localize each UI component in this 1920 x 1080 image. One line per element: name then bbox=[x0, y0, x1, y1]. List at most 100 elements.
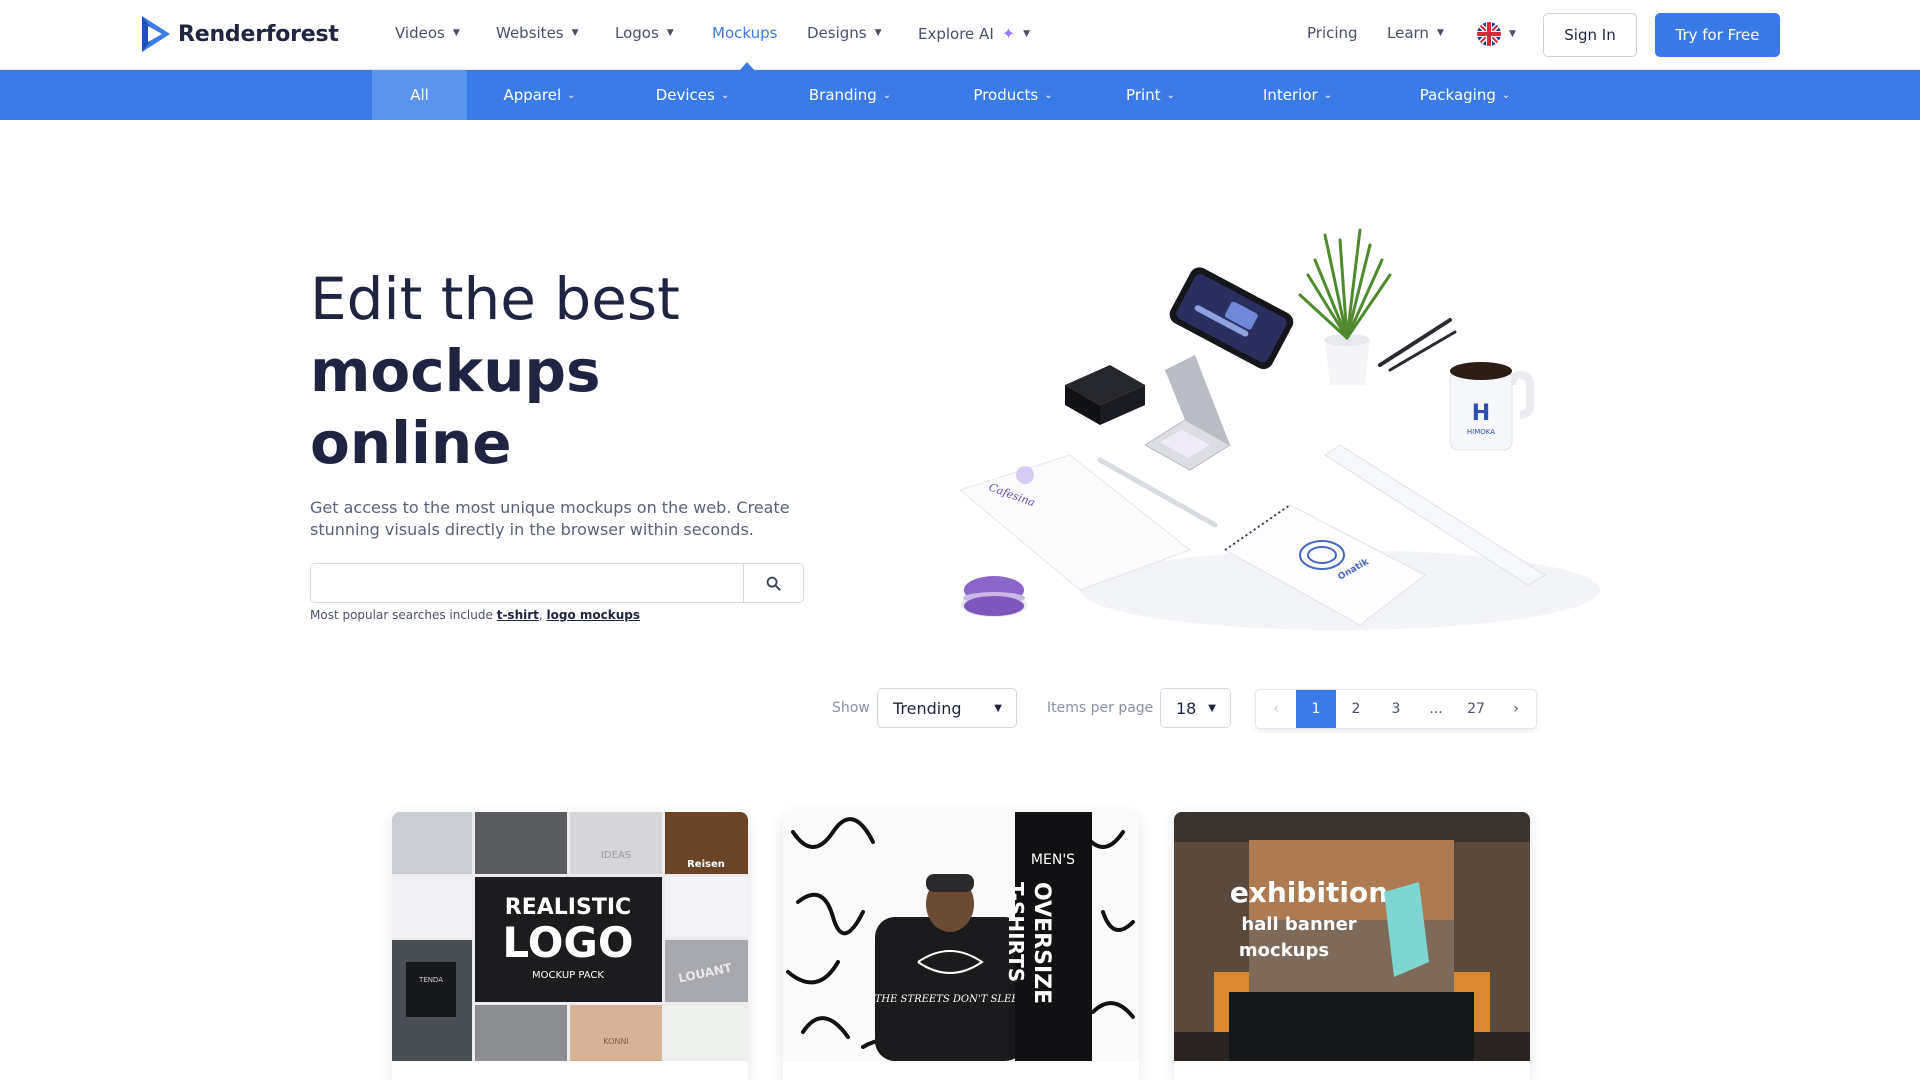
tile-tenda: TENDA bbox=[418, 976, 443, 984]
chevron-down-icon: ⌄ bbox=[567, 89, 576, 101]
caret-down-icon: ▼ bbox=[1023, 28, 1031, 39]
card-thumbnail-logo-pack: IDEAS Reisen TENDA REALISTIC LOGO MOCKUP… bbox=[392, 812, 748, 1061]
hero-mockup-illustration: Cafesina H HIMOKA Onatik bbox=[958, 228, 1600, 630]
category-packaging-label: Packaging bbox=[1419, 86, 1496, 104]
carousel-dot-active[interactable] bbox=[646, 1061, 664, 1068]
nav-logos[interactable]: Logos ▼ bbox=[615, 24, 674, 42]
card-thumbnail-exhibition-banner: exhibition hall banner mockups bbox=[1174, 812, 1530, 1061]
card-2-label-tshirts: T-SHIRTS bbox=[1004, 882, 1028, 982]
search-icon bbox=[766, 576, 781, 591]
page-1-button[interactable]: 1 bbox=[1296, 690, 1336, 728]
search-button[interactable] bbox=[743, 564, 803, 602]
category-packaging[interactable]: Packaging ⌄ bbox=[1405, 70, 1525, 120]
card-1-title-line-1: REALISTIC bbox=[505, 895, 631, 920]
category-print-label: Print bbox=[1126, 86, 1161, 104]
tile-konni: KONNI bbox=[603, 1037, 628, 1046]
chevron-down-icon: ⌄ bbox=[1044, 89, 1053, 101]
caret-down-icon: ▼ bbox=[571, 28, 579, 38]
category-devices[interactable]: Devices ⌄ bbox=[640, 70, 745, 120]
prev-page-button[interactable]: ‹ bbox=[1256, 690, 1296, 728]
sign-in-button[interactable]: Sign In bbox=[1543, 13, 1637, 57]
card-1-title-line-2: LOGO bbox=[502, 918, 633, 967]
language-selector[interactable]: ▼ bbox=[1477, 22, 1516, 46]
nav-designs-label: Designs bbox=[807, 24, 867, 42]
nav-pricing-label: Pricing bbox=[1307, 24, 1358, 42]
carousel-dot[interactable] bbox=[669, 1061, 676, 1068]
sort-select[interactable]: Trending ▼ bbox=[877, 688, 1017, 728]
nav-websites-label: Websites bbox=[496, 24, 564, 42]
chevron-down-icon: ⌄ bbox=[882, 89, 892, 101]
category-all-label: All bbox=[410, 86, 429, 104]
category-branding[interactable]: Branding ⌄ bbox=[795, 70, 905, 120]
category-apparel[interactable]: Apparel ⌄ bbox=[487, 70, 592, 120]
chevron-left-icon: ‹ bbox=[1273, 701, 1279, 717]
items-per-page-select[interactable]: 18 ▼ bbox=[1160, 688, 1231, 728]
mockup-card-oversize-tshirts[interactable]: THE STREETS DON'T SLEEP MEN'S OVERSIZE T… bbox=[783, 812, 1139, 1080]
chevron-down-icon: ⌄ bbox=[720, 89, 730, 101]
nav-explore-ai[interactable]: Explore AI ✦ ▼ bbox=[918, 24, 1030, 43]
category-apparel-label: Apparel bbox=[503, 86, 562, 104]
caret-down-icon: ▼ bbox=[452, 28, 460, 38]
caret-down-icon: ▼ bbox=[994, 702, 1002, 714]
chevron-down-icon: ⌄ bbox=[1501, 89, 1511, 101]
card-1-title-line-3: MOCKUP PACK bbox=[532, 970, 604, 981]
carousel-dots bbox=[646, 1061, 724, 1068]
brand-logo[interactable]: Renderforest bbox=[140, 13, 339, 55]
nav-mockups-label: Mockups bbox=[712, 24, 778, 42]
items-per-page-label: Items per page bbox=[1047, 700, 1154, 716]
popular-link-logo-mockups[interactable]: logo mockups bbox=[547, 608, 641, 622]
carousel-dot[interactable] bbox=[705, 1061, 712, 1068]
tile-reisen: Reisen bbox=[687, 859, 725, 870]
popular-searches: Most popular searches include t-shirt, l… bbox=[310, 608, 641, 622]
mockup-card-logo-pack[interactable]: IDEAS Reisen TENDA REALISTIC LOGO MOCKUP… bbox=[392, 812, 748, 1080]
caret-down-icon: ▼ bbox=[1436, 28, 1444, 38]
nav-learn[interactable]: Learn ▼ bbox=[1387, 24, 1444, 42]
card-2-label-mens: MEN'S bbox=[1031, 852, 1075, 868]
card-3-title-line-1: exhibition bbox=[1230, 876, 1388, 909]
carousel-dot[interactable] bbox=[681, 1061, 688, 1068]
next-page-button[interactable]: › bbox=[1496, 690, 1536, 728]
carousel-dot[interactable] bbox=[1475, 1061, 1482, 1068]
items-per-page-value: 18 bbox=[1176, 698, 1197, 718]
nav-pricing[interactable]: Pricing bbox=[1307, 24, 1358, 42]
hero-title-line-2: mockups bbox=[310, 337, 601, 405]
category-products[interactable]: Products ⌄ bbox=[958, 70, 1068, 120]
category-interior-label: Interior bbox=[1262, 86, 1318, 104]
chevron-right-icon: › bbox=[1513, 701, 1519, 717]
carousel-dot[interactable] bbox=[1499, 1061, 1506, 1068]
category-devices-label: Devices bbox=[655, 86, 715, 104]
carousel-dot[interactable] bbox=[1487, 1061, 1494, 1068]
search-input[interactable] bbox=[311, 564, 743, 602]
hero-description: Get access to the most unique mockups on… bbox=[310, 498, 790, 539]
sort-select-value: Trending bbox=[893, 698, 962, 718]
hero-title: Edit the best mockups online bbox=[310, 263, 680, 479]
page-27-button[interactable]: 27 bbox=[1456, 690, 1496, 728]
card-3-title-line-3: mockups bbox=[1239, 940, 1329, 961]
category-print[interactable]: Print ⌄ bbox=[1113, 70, 1188, 120]
category-bar: All Apparel ⌄ Devices ⌄ Branding ⌄ Products… bbox=[0, 70, 1920, 120]
hero-title-line-3: online bbox=[310, 409, 512, 477]
carousel-dot-active[interactable] bbox=[1452, 1061, 1470, 1068]
try-for-free-button[interactable]: Try for Free bbox=[1655, 13, 1780, 57]
show-label: Show bbox=[832, 700, 870, 716]
nav-mockups[interactable]: Mockups bbox=[712, 24, 777, 42]
carousel-dots bbox=[1452, 1061, 1506, 1068]
tile-ideas: IDEAS bbox=[601, 850, 631, 861]
carousel-dot[interactable] bbox=[717, 1061, 724, 1068]
nav-videos[interactable]: Videos ▼ bbox=[395, 24, 460, 42]
popular-link-tshirt[interactable]: t-shirt bbox=[497, 608, 539, 622]
category-products-label: Products bbox=[973, 86, 1039, 104]
page-2-button[interactable]: 2 bbox=[1336, 690, 1376, 728]
carousel-dot[interactable] bbox=[693, 1061, 700, 1068]
category-interior[interactable]: Interior ⌄ bbox=[1250, 70, 1345, 120]
nav-websites[interactable]: Websites ▼ bbox=[496, 24, 579, 42]
nav-learn-label: Learn bbox=[1387, 24, 1429, 42]
caret-down-icon: ▼ bbox=[666, 28, 674, 38]
top-navigation: Renderforest Videos ▼ Websites ▼ Logos ▼ Mo… bbox=[0, 0, 1920, 71]
mockup-card-exhibition-banner[interactable]: exhibition hall banner mockups bbox=[1174, 812, 1530, 1080]
nav-designs[interactable]: Designs ▼ bbox=[807, 24, 882, 42]
nav-explore-ai-label: Explore AI bbox=[918, 24, 994, 43]
page-3-button[interactable]: 3 bbox=[1376, 690, 1416, 728]
category-all[interactable]: All bbox=[372, 70, 467, 120]
nav-videos-label: Videos bbox=[395, 24, 445, 42]
